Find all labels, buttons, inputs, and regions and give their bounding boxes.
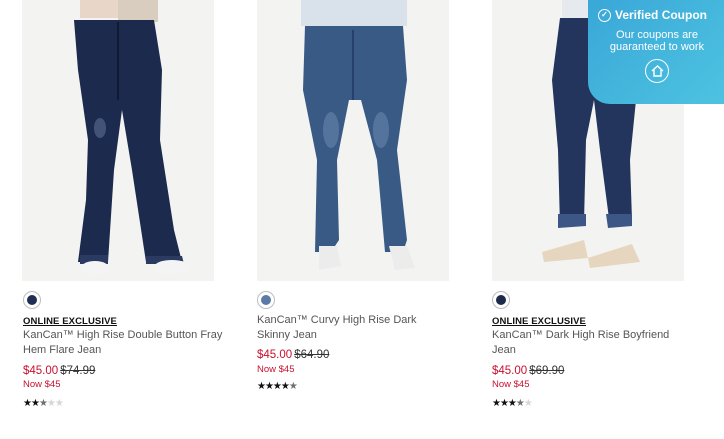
verified-coupon-panel[interactable]: ✓ Verified Coupon Our coupons are guaran… <box>588 0 724 104</box>
rating-stars: ★★★★★ <box>257 381 298 392</box>
coupon-subtitle: Our coupons are guaranteed to work <box>609 29 705 53</box>
product-image[interactable] <box>22 0 214 281</box>
now-price: Now $45 <box>492 379 530 390</box>
online-exclusive-badge: ONLINE EXCLUSIVE <box>492 316 586 327</box>
now-price: Now $45 <box>257 364 295 375</box>
sale-price: $45.00 <box>492 365 528 377</box>
product-card-1[interactable] <box>22 0 222 281</box>
price-row: $45.00 $69.90 <box>492 365 564 377</box>
color-swatch[interactable] <box>492 291 510 309</box>
product-title[interactable]: KanCan™ Curvy High Rise Dark Skinny Jean <box>257 313 452 343</box>
original-price: $64.90 <box>294 349 330 361</box>
sale-price: $45.00 <box>257 349 293 361</box>
product-image[interactable] <box>257 0 449 281</box>
color-swatch[interactable] <box>23 291 41 309</box>
price-row: $45.00 $64.90 <box>257 349 329 361</box>
check-circle-icon: ✓ <box>598 8 611 22</box>
home-icon[interactable] <box>645 59 669 83</box>
price-row: $45.00 $74.99 <box>23 365 95 377</box>
now-price: Now $45 <box>23 379 61 390</box>
product-title[interactable]: KanCan™ High Rise Double Button Fray Hem… <box>23 328 223 358</box>
sale-price: $45.00 <box>23 365 59 377</box>
product-card-2[interactable] <box>257 0 457 281</box>
coupon-title: Verified Coupon <box>615 8 708 22</box>
color-swatch[interactable] <box>257 291 275 309</box>
rating-stars: ★★★★★ <box>23 398 64 409</box>
original-price: $74.99 <box>60 365 96 377</box>
original-price: $69.90 <box>529 365 565 377</box>
rating-stars: ★★★★★ <box>492 398 533 409</box>
product-title[interactable]: KanCan™ Dark High Rise Boyfriend Jean <box>492 328 682 358</box>
coupon-header: ✓ Verified Coupon <box>598 8 716 22</box>
online-exclusive-badge: ONLINE EXCLUSIVE <box>23 316 117 327</box>
